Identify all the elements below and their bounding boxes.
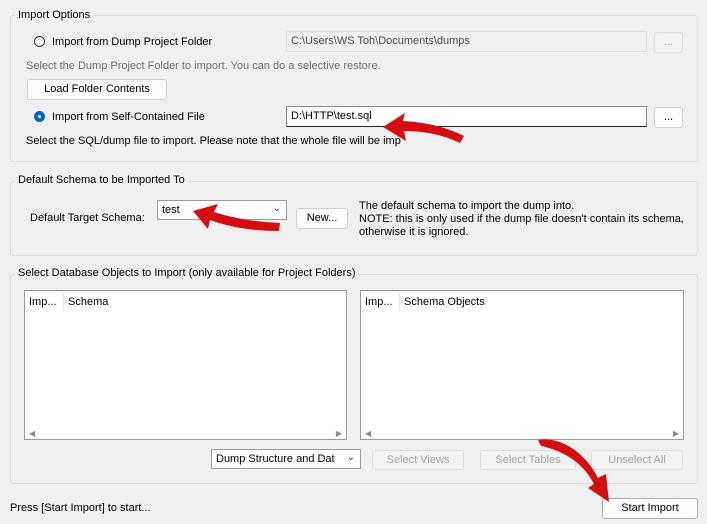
annotation-arrow-start [538,439,609,502]
